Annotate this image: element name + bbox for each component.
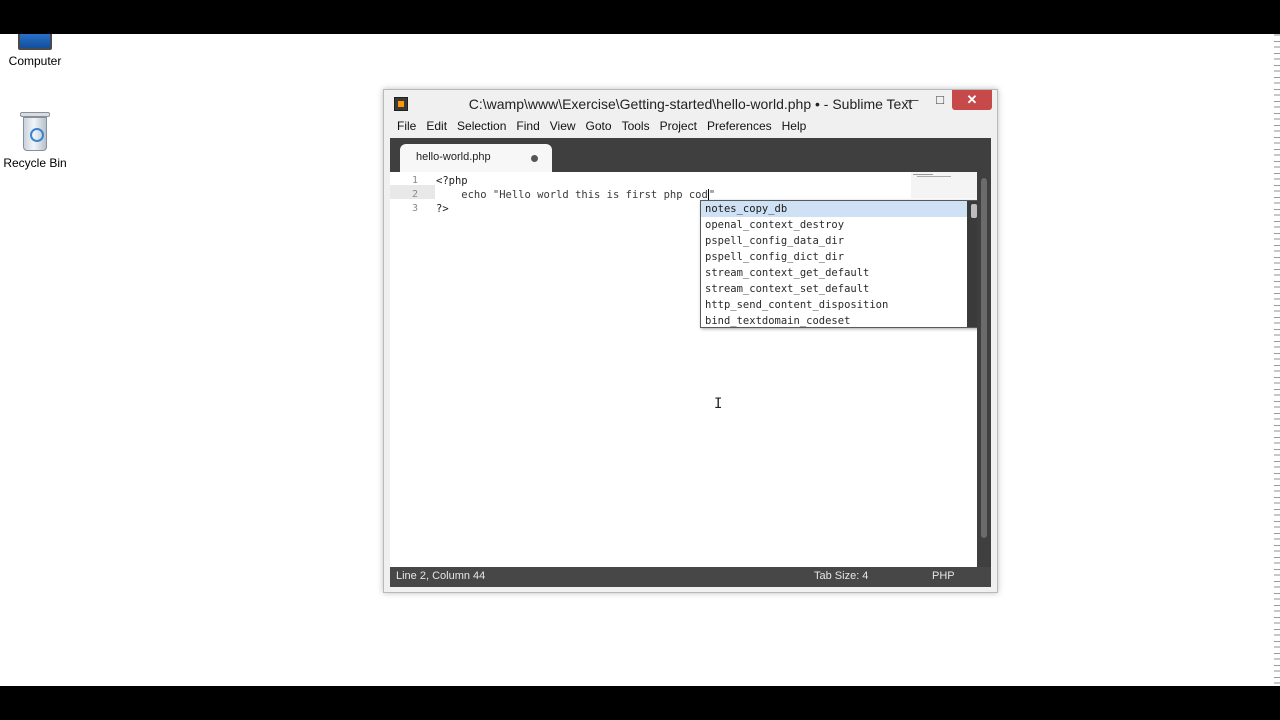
line-number-gutter: 1 2 3 — [390, 172, 430, 567]
menu-bar: File Edit Selection Find View Goto Tools… — [384, 116, 997, 136]
sublime-text-window: C:\wamp\www\Exercise\Getting-started\hel… — [383, 89, 998, 593]
menu-goto[interactable]: Goto — [581, 116, 617, 136]
menu-tools[interactable]: Tools — [617, 116, 655, 136]
tab-bar: hello-world.php — [390, 138, 991, 172]
menu-edit[interactable]: Edit — [421, 116, 452, 136]
desktop-edge — [1274, 34, 1280, 686]
autocomplete-item[interactable]: openal_context_destroy — [701, 217, 967, 233]
menu-file[interactable]: File — [392, 116, 421, 136]
maximize-button[interactable]: □ — [929, 90, 951, 110]
code-line: <?php — [436, 175, 468, 187]
menu-selection[interactable]: Selection — [452, 116, 511, 136]
status-bar: Line 2, Column 44 Tab Size: 4 PHP — [390, 567, 991, 587]
code-text: echo "Hello world this is first php cod — [436, 189, 708, 201]
computer-icon — [18, 34, 52, 50]
line-number: 2 — [411, 189, 418, 200]
syntax-indicator[interactable]: PHP — [932, 570, 955, 582]
autocomplete-item[interactable]: http_send_content_disposition — [701, 297, 967, 313]
title-bar[interactable]: C:\wamp\www\Exercise\Getting-started\hel… — [384, 90, 997, 116]
cursor-position: Line 2, Column 44 — [396, 570, 486, 582]
autocomplete-popup: notes_copy_db openal_context_destroy pspel… — [700, 200, 977, 328]
autocomplete-item[interactable]: pspell_config_data_dir — [701, 233, 967, 249]
tab-hello-world[interactable]: hello-world.php — [400, 144, 552, 172]
menu-find[interactable]: Find — [511, 116, 544, 136]
autocomplete-item[interactable]: notes_copy_db — [701, 201, 967, 217]
tab-size-indicator[interactable]: Tab Size: 4 — [814, 570, 868, 582]
code-line-current: echo "Hello world this is first php cod" — [436, 189, 715, 201]
menu-view[interactable]: View — [545, 116, 581, 136]
desktop-icon-computer[interactable]: Computer — [0, 34, 70, 68]
line-number: 1 — [411, 175, 418, 186]
editor-scrollbar[interactable] — [977, 172, 991, 567]
menu-preferences[interactable]: Preferences — [702, 116, 777, 136]
mouse-ibeam-cursor-icon: I — [714, 396, 723, 412]
desktop-icon-label: Recycle Bin — [3, 156, 67, 170]
desktop-icon-label: Computer — [8, 54, 62, 68]
menu-help[interactable]: Help — [777, 116, 812, 136]
minimap[interactable] — [911, 172, 977, 198]
editor-scroll-thumb[interactable] — [981, 178, 987, 538]
autocomplete-item[interactable]: stream_context_set_default — [701, 281, 967, 297]
code-line: ?> — [436, 203, 449, 215]
autocomplete-item[interactable]: stream_context_get_default — [701, 265, 967, 281]
autocomplete-scrollbar[interactable] — [967, 201, 977, 327]
minimize-button[interactable]: — — [901, 90, 923, 110]
desktop-icon-recycle-bin[interactable]: Recycle Bin — [0, 110, 70, 170]
menu-project[interactable]: Project — [655, 116, 702, 136]
code-editor[interactable]: 1 2 3 <?php echo "Hello world this is fi… — [390, 172, 977, 567]
tab-label: hello-world.php — [416, 151, 491, 163]
autocomplete-list: notes_copy_db openal_context_destroy pspel… — [701, 201, 967, 329]
line-number: 3 — [411, 203, 418, 214]
recycle-bin-icon — [20, 112, 50, 152]
unsaved-dot-icon[interactable] — [531, 155, 538, 162]
close-button[interactable]: ✕ — [952, 90, 992, 110]
autocomplete-item[interactable]: bind_textdomain_codeset — [701, 313, 967, 329]
autocomplete-item[interactable]: pspell_config_dict_dir — [701, 249, 967, 265]
